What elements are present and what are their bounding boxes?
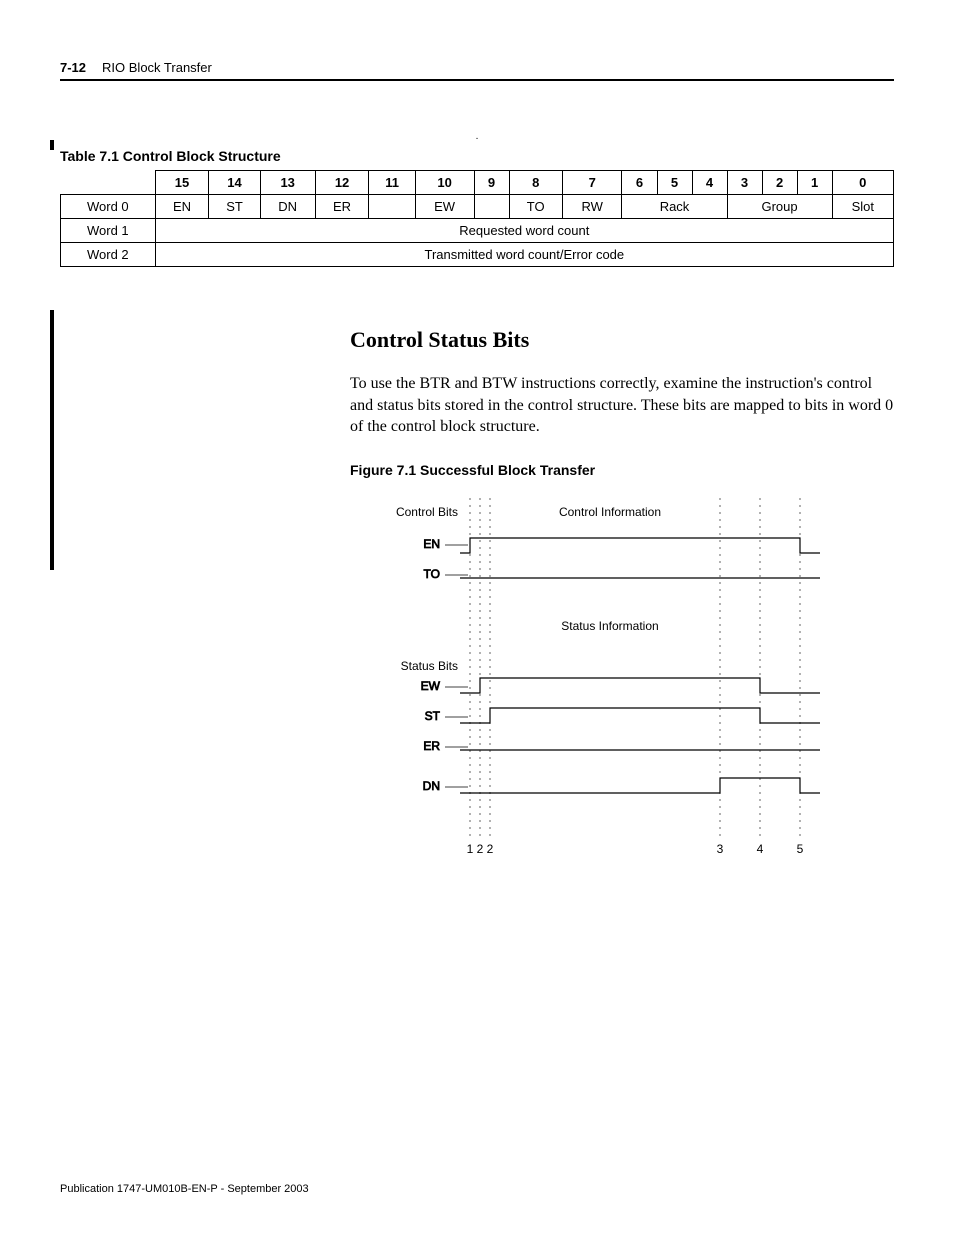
page-section: RIO Block Transfer	[102, 60, 212, 75]
row-label: Word 1	[61, 219, 156, 243]
bit-header: 1	[797, 171, 832, 195]
table-header-row: 15 14 13 12 11 10 9 8 7 6 5 4 3 2 1 0	[61, 171, 894, 195]
bit-header: 3	[727, 171, 762, 195]
bit-header: 13	[260, 171, 315, 195]
control-block-structure-table: 15 14 13 12 11 10 9 8 7 6 5 4 3 2 1 0 Wo…	[60, 170, 894, 267]
row-cell: TO	[509, 195, 562, 219]
change-bar-large	[50, 310, 54, 570]
er-label: ER	[423, 739, 440, 753]
bit-header: 9	[474, 171, 509, 195]
section-heading: Control Status Bits	[350, 327, 894, 353]
control-bits-label: Control Bits	[396, 505, 458, 519]
row-full-cell: Requested word count	[155, 219, 893, 243]
en-label: EN	[423, 537, 440, 551]
row-full-cell: Transmitted word count/Error code	[155, 243, 893, 267]
row-cell: EN	[155, 195, 209, 219]
bit-header: 10	[415, 171, 474, 195]
bit-header: 15	[155, 171, 209, 195]
table-caption: Table 7.1 Control Block Structure	[60, 148, 894, 164]
tick-label: 4	[757, 842, 764, 856]
tick-label: 3	[717, 842, 724, 856]
status-info-label: Status Information	[561, 619, 658, 633]
row-label: Word 2	[61, 243, 156, 267]
bit-header: 4	[692, 171, 727, 195]
row-cell: EW	[415, 195, 474, 219]
page-number: 7-12	[60, 60, 86, 75]
row-cell: Slot	[832, 195, 893, 219]
bit-header: 12	[315, 171, 369, 195]
bit-header: 0	[832, 171, 893, 195]
tick-label: 2	[487, 842, 494, 856]
timing-diagram: Control Bits Control Information Status …	[350, 498, 870, 861]
change-bar-small	[50, 140, 54, 150]
row-cell: RW	[562, 195, 622, 219]
bit-header: 14	[209, 171, 260, 195]
row-cell	[474, 195, 509, 219]
dn-label: DN	[423, 779, 440, 793]
bit-header: 6	[622, 171, 657, 195]
status-bits-label: Status Bits	[401, 659, 458, 673]
bit-header: 11	[369, 171, 415, 195]
table-row: Word 0ENSTDNER EW TORWRackGroupSlot	[61, 195, 894, 219]
section-paragraph: To use the BTR and BTW instructions corr…	[350, 373, 894, 438]
bit-header: 2	[762, 171, 797, 195]
publication-footer: Publication 1747-UM010B-EN-P - September…	[60, 1183, 309, 1195]
tick-label: 5	[797, 842, 804, 856]
bit-header: 5	[657, 171, 692, 195]
table-row: Word 1Requested word count	[61, 219, 894, 243]
row-label: Word 0	[61, 195, 156, 219]
row-cell: ER	[315, 195, 369, 219]
tick-label: 1	[467, 842, 474, 856]
row-cell: DN	[260, 195, 315, 219]
row-cell	[369, 195, 415, 219]
row-cell: Rack	[622, 195, 727, 219]
bit-header: 8	[509, 171, 562, 195]
page-header: 7-12 RIO Block Transfer	[60, 60, 894, 81]
row-cell: Group	[727, 195, 832, 219]
figure-caption: Figure 7.1 Successful Block Transfer	[350, 462, 894, 478]
control-info-label: Control Information	[559, 505, 661, 519]
bit-header: 7	[562, 171, 622, 195]
tick-label: 2	[477, 842, 484, 856]
row-cell: ST	[209, 195, 260, 219]
to-label: TO	[424, 567, 440, 581]
ew-label: EW	[421, 679, 441, 693]
stray-dot: .	[60, 131, 894, 142]
table-row: Word 2Transmitted word count/Error code	[61, 243, 894, 267]
st-label: ST	[425, 709, 441, 723]
